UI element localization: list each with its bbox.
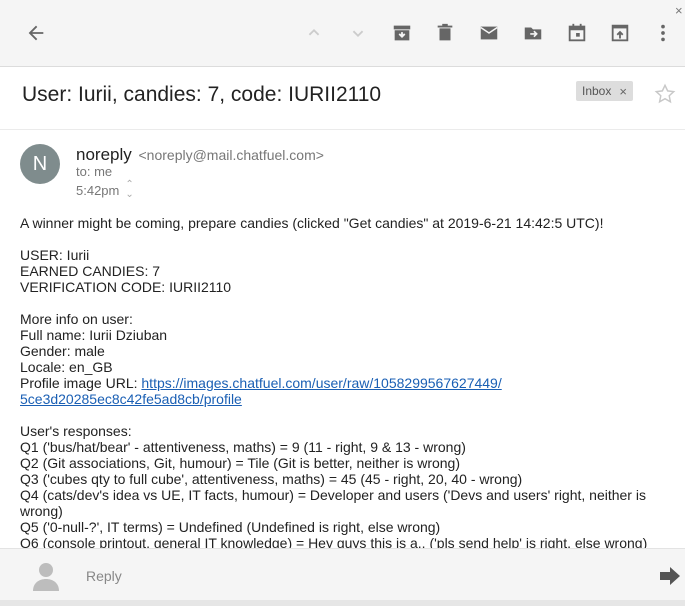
sender-name[interactable]: noreply <box>76 145 132 164</box>
body-profile-line-2: 5ce3d20285ec8c42fe5ad8cb/profile <box>20 391 670 407</box>
next-message-button[interactable] <box>345 20 371 46</box>
body-q3: Q3 ('cubes qty to full cube', attentiven… <box>20 471 523 487</box>
star-icon[interactable] <box>654 83 676 105</box>
body-q4: Q4 (cats/dev's idea vs UE, IT facts, hum… <box>20 487 646 519</box>
body-locale: Locale: en_GB <box>20 359 113 375</box>
bottom-strip <box>0 600 685 606</box>
body-q5: Q5 ('0-null-?', IT terms) = Undefined (U… <box>20 519 441 535</box>
delete-button[interactable] <box>432 20 458 46</box>
body-intro: A winner might be coming, prepare candie… <box>20 215 604 231</box>
chevron-down-icon <box>352 30 364 38</box>
sender-avatar: N <box>20 144 60 184</box>
more-vert-icon <box>661 24 665 42</box>
arrow-left-icon <box>28 25 44 41</box>
profile-url-link-cont[interactable]: 5ce3d20285ec8c42fe5ad8cb/profile <box>20 391 242 407</box>
expand-details-icon[interactable]: ⌃ ⌄ <box>125 180 133 200</box>
reply-input[interactable]: Reply <box>86 568 122 584</box>
move-to-icon <box>524 27 542 40</box>
mail-icon <box>480 26 498 40</box>
open-in-new-button[interactable] <box>607 20 633 46</box>
open-in-new-icon <box>611 24 629 42</box>
profile-url-link[interactable]: https://images.chatfuel.com/user/raw/105… <box>141 375 501 391</box>
archive-icon <box>393 25 411 41</box>
email-body: A winner might be coming, prepare candie… <box>20 215 670 551</box>
body-code: VERIFICATION CODE: IURII2110 <box>20 279 232 295</box>
trash-icon <box>437 23 453 41</box>
mark-unread-button[interactable] <box>476 20 502 46</box>
body-q1: Q1 ('bus/hat/bear' - attentiveness, math… <box>20 439 466 455</box>
body-more-info: More info on user: <box>20 311 133 327</box>
remove-label-button[interactable]: × <box>619 84 627 99</box>
close-window-icon[interactable]: × <box>675 4 685 18</box>
body-user: USER: Iurii <box>20 247 90 263</box>
subject-row: User: Iurii, candies: 7, code: IURII2110… <box>0 68 685 130</box>
archive-button[interactable] <box>389 20 415 46</box>
timestamp[interactable]: 5:42pm ⌃ ⌄ <box>76 180 134 200</box>
send-arrow-icon[interactable] <box>660 567 680 585</box>
calendar-icon <box>568 23 586 42</box>
body-responses-header: User's responses: <box>20 423 132 439</box>
label-name: Inbox <box>582 84 612 98</box>
body-profile-line: Profile image URL: https://images.chatfu… <box>20 375 670 391</box>
back-button[interactable] <box>23 20 49 46</box>
email-subject: User: Iurii, candies: 7, code: IURII2110 <box>22 83 382 106</box>
more-options-button[interactable] <box>650 20 676 46</box>
recipient-line[interactable]: to: me <box>76 164 112 179</box>
snooze-button[interactable] <box>564 20 590 46</box>
toolbar: × <box>0 0 685 67</box>
body-full-name: Full name: Iurii Dziuban <box>20 327 168 343</box>
chevron-up-icon <box>308 28 320 36</box>
body-earned: EARNED CANDIES: 7 <box>20 263 161 279</box>
reply-bar: Reply <box>0 548 685 600</box>
body-gender: Gender: male <box>20 343 105 359</box>
sender-email: <noreply@mail.chatfuel.com> <box>138 147 324 163</box>
time-text: 5:42pm <box>76 182 120 198</box>
profile-label: Profile image URL: <box>20 375 142 391</box>
inbox-label-chip: Inbox × <box>576 81 633 101</box>
sender-header: noreply <noreply@mail.chatfuel.com> <box>76 145 324 165</box>
previous-message-button[interactable] <box>301 20 327 46</box>
body-q2: Q2 (Git associations, Git, humour) = Til… <box>20 455 460 471</box>
user-avatar-icon <box>33 563 59 591</box>
move-to-button[interactable] <box>520 20 546 46</box>
